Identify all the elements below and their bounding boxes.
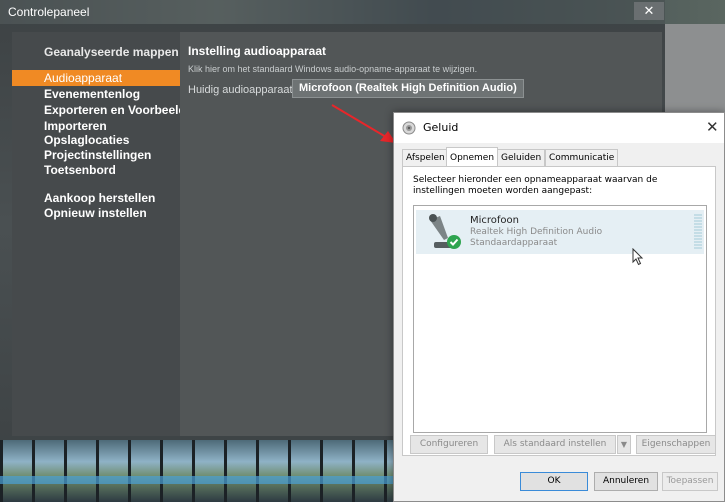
apply-button[interactable]: Toepassen bbox=[662, 472, 718, 491]
tab-communicatie[interactable]: Communicatie bbox=[545, 149, 619, 167]
tab-opnemen[interactable]: Opnemen bbox=[446, 147, 499, 168]
microphone-icon bbox=[429, 214, 461, 249]
properties-button[interactable]: Eigenschappen bbox=[636, 435, 716, 454]
ok-button[interactable]: OK bbox=[520, 472, 588, 491]
sound-dialog: Geluid ✕ Afspelen Opnemen Geluiden Commu… bbox=[393, 112, 725, 502]
tab-afspelen[interactable]: Afspelen bbox=[402, 149, 449, 167]
panel-description: Selecteer hieronder een opnameapparaat w… bbox=[413, 175, 658, 196]
mouse-cursor-icon bbox=[632, 248, 644, 266]
device-driver: Realtek High Definition Audio bbox=[470, 227, 603, 237]
chevron-down-icon[interactable]: ▼ bbox=[617, 435, 631, 454]
dialog-title: Geluid bbox=[423, 121, 459, 134]
recording-panel: Selecteer hieronder een opnameapparaat w… bbox=[402, 166, 716, 456]
device-status: Standaardapparaat bbox=[470, 238, 558, 248]
tab-geluiden[interactable]: Geluiden bbox=[497, 149, 546, 167]
set-default-button[interactable]: Als standaard instellen bbox=[494, 435, 616, 454]
cancel-button[interactable]: Annuleren bbox=[594, 472, 658, 491]
close-icon[interactable]: ✕ bbox=[706, 118, 719, 136]
sound-dialog-titlebar: Geluid ✕ bbox=[394, 113, 724, 143]
speaker-icon bbox=[402, 121, 416, 135]
level-meter bbox=[694, 214, 702, 250]
device-list: Microfoon Realtek High Definition Audio … bbox=[413, 205, 707, 433]
list-item-microfoon[interactable]: Microfoon Realtek High Definition Audio … bbox=[416, 210, 704, 254]
configure-button[interactable]: Configureren bbox=[410, 435, 488, 454]
device-name: Microfoon bbox=[470, 215, 520, 226]
